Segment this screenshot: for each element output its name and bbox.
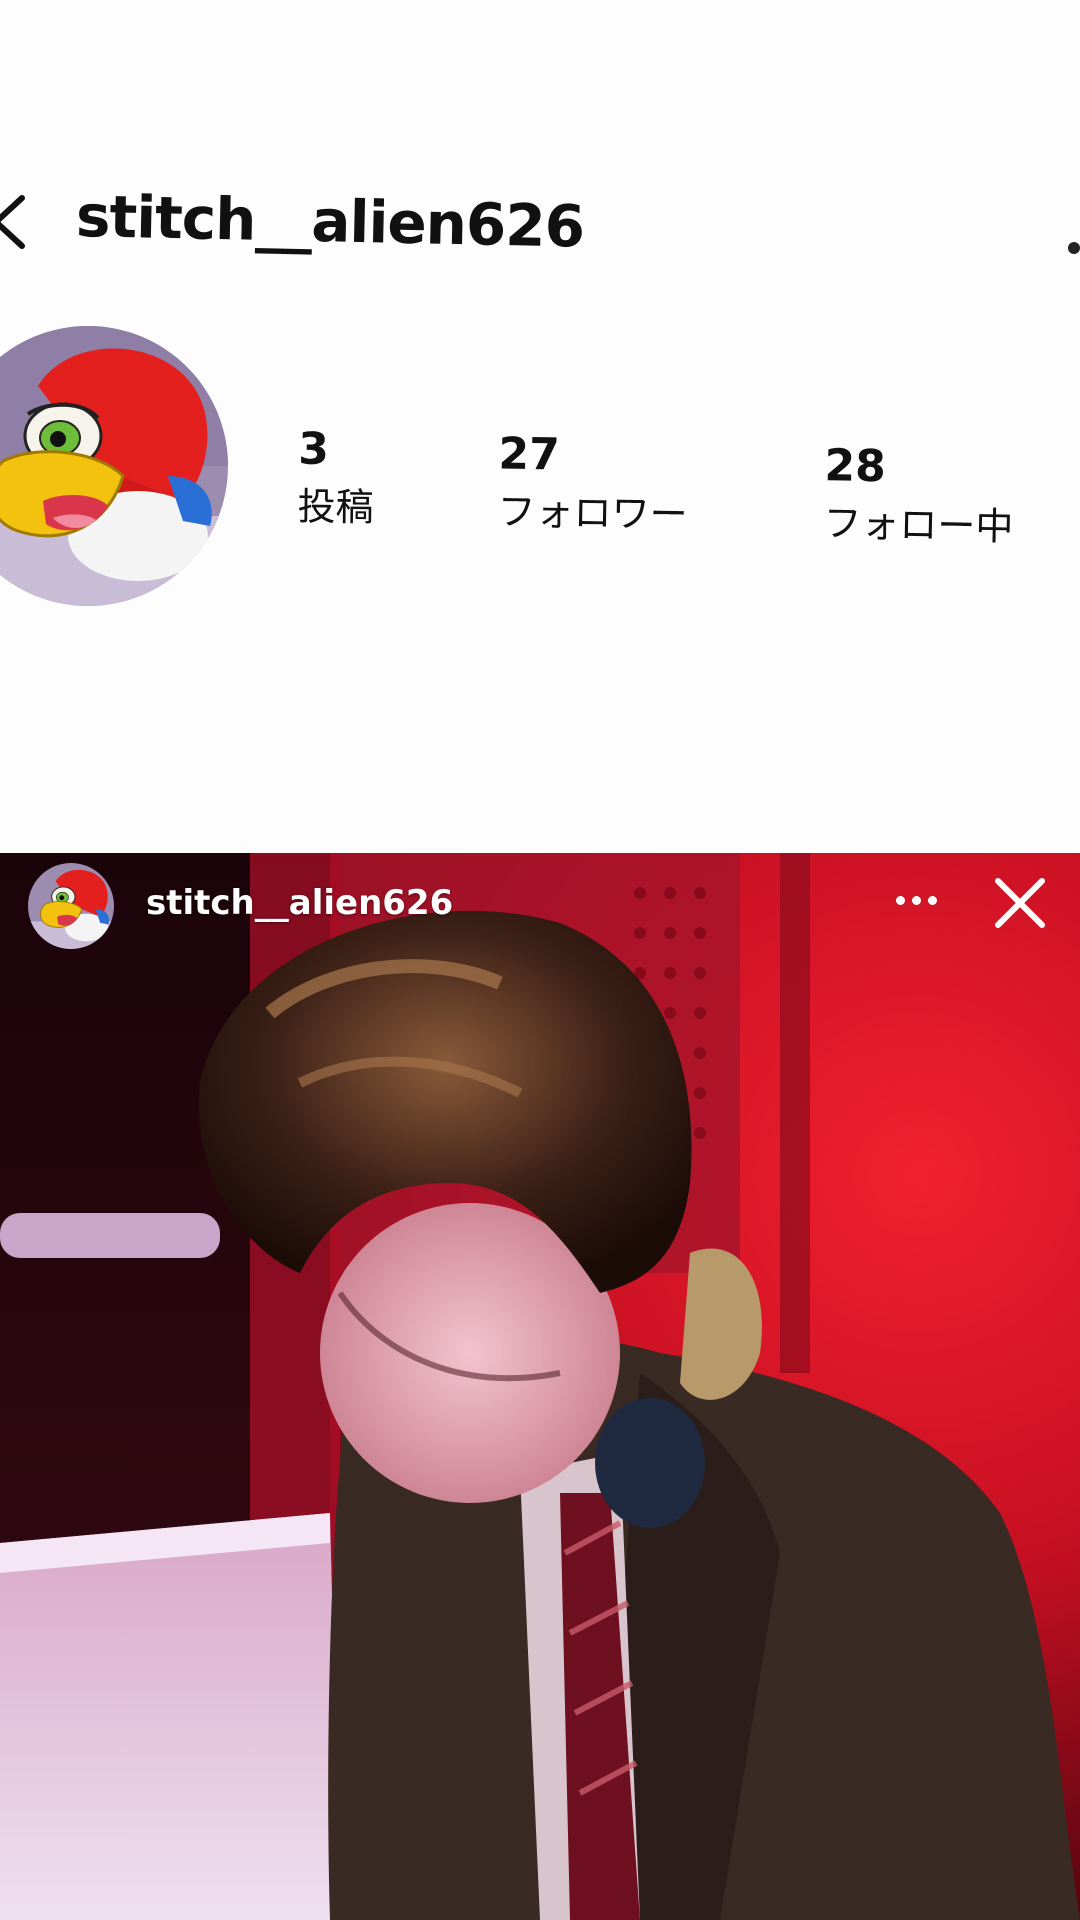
story-username[interactable]: stitch__alien626 xyxy=(146,883,453,923)
more-dot xyxy=(927,895,937,905)
more-dot xyxy=(895,895,905,905)
more-dot xyxy=(911,895,921,905)
stat-following-value: 28 xyxy=(824,440,887,493)
close-icon[interactable] xyxy=(990,873,1050,933)
stat-following-label: フォロー中 xyxy=(823,501,1014,549)
stat-followers-value: 27 xyxy=(498,428,561,481)
profile-header: stitch__alien626 xyxy=(0,170,1080,280)
stat-posts[interactable]: 3 投稿 xyxy=(297,423,374,530)
more-dots-icon[interactable] xyxy=(1068,242,1080,254)
profile-username: stitch__alien626 xyxy=(75,182,585,261)
stat-following[interactable]: 28 フォロー中 xyxy=(823,440,1015,549)
story-photo[interactable] xyxy=(0,853,1080,1920)
profile-screenshot: stitch__alien626 3 投稿 27 フォロワー 28 フォロー中 xyxy=(0,0,1080,853)
profile-avatar[interactable] xyxy=(0,326,228,606)
woodpecker-cartoon-avatar xyxy=(28,863,114,949)
stat-posts-value: 3 xyxy=(298,423,330,475)
stat-followers[interactable]: 27 フォロワー xyxy=(497,428,689,537)
chevron-left-icon[interactable] xyxy=(0,192,28,252)
story-avatar[interactable] xyxy=(28,863,114,949)
woodpecker-cartoon-avatar xyxy=(0,326,228,606)
more-horizontal-icon[interactable] xyxy=(886,875,946,925)
stat-posts-label: 投稿 xyxy=(297,484,374,530)
stat-followers-label: フォロワー xyxy=(497,489,688,537)
story-header: stitch__alien626 xyxy=(0,853,1080,973)
story-screenshot: stitch__alien626 xyxy=(0,853,1080,1920)
